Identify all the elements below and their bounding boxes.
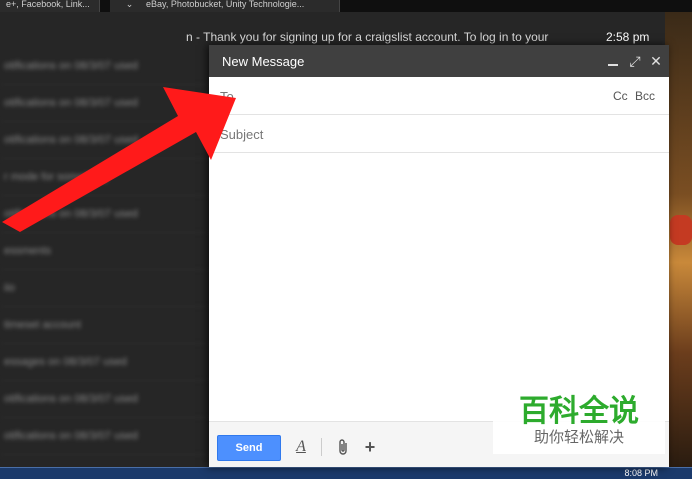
list-item[interactable]: otifications on 08/3/07 used <box>0 418 210 455</box>
more-options-plus-icon[interactable]: + <box>360 436 380 458</box>
compose-header[interactable]: New Message ⤢ ✕ <box>209 45 669 77</box>
lantern-decoration <box>670 215 692 245</box>
watermark: 百科全说 助你轻松解决 <box>493 382 665 454</box>
list-item[interactable]: iio <box>0 270 210 307</box>
message-body[interactable] <box>209 153 669 421</box>
browser-tab-shopping[interactable]: eBay, Photobucket, Unity Technologie... <box>140 0 340 12</box>
list-item[interactable]: otifications on 08/3/07 used <box>0 122 210 159</box>
send-button[interactable]: Send <box>217 435 281 461</box>
watermark-subtitle: 助你轻松解决 <box>533 428 624 446</box>
to-label: To <box>220 89 234 104</box>
list-item[interactable]: r mode for something <box>0 159 210 196</box>
list-item[interactable]: otifications on 08/3/07 used <box>0 381 210 418</box>
bcc-link[interactable]: Bcc <box>635 89 655 103</box>
list-item[interactable]: otifications on 08/3/07 used <box>0 48 210 85</box>
minimize-icon[interactable] <box>605 52 621 70</box>
list-item[interactable]: essages on 08/3/07 used <box>0 344 210 381</box>
toolbar-divider <box>321 438 322 456</box>
close-icon[interactable]: ✕ <box>648 52 664 70</box>
watermark-title: 百科全说 <box>519 394 639 429</box>
subject-input[interactable] <box>220 123 650 145</box>
compose-title: New Message <box>222 54 305 69</box>
formatting-options-icon[interactable]: A <box>291 436 311 458</box>
list-item[interactable]: essments <box>0 233 210 270</box>
to-input[interactable] <box>243 85 603 107</box>
inbox-email-list: otifications on 08/3/07 used otification… <box>0 48 210 468</box>
cc-link[interactable]: Cc <box>613 89 628 103</box>
attach-file-icon[interactable] <box>333 436 353 458</box>
taskbar: 8:08 PM <box>0 467 692 479</box>
list-item[interactable]: otifications on 08/3/07 used <box>0 85 210 122</box>
to-field-row: To Cc Bcc <box>209 77 669 115</box>
email-snippet: n - Thank you for signing up for a craig… <box>186 30 549 44</box>
browser-tab-strip: e+, Facebook, Link... ⌄ eBay, Photobucke… <box>0 0 692 12</box>
browser-tab-social[interactable]: e+, Facebook, Link... <box>0 0 100 12</box>
email-timestamp: 2:58 pm <box>606 30 650 44</box>
taskbar-clock: 8:08 PM <box>624 468 658 478</box>
list-item[interactable]: otifications on 08/3/07 used <box>0 196 210 233</box>
expand-icon[interactable]: ⤢ <box>627 52 643 70</box>
subject-field-row <box>209 115 669 153</box>
list-item[interactable]: timeset account <box>0 307 210 344</box>
